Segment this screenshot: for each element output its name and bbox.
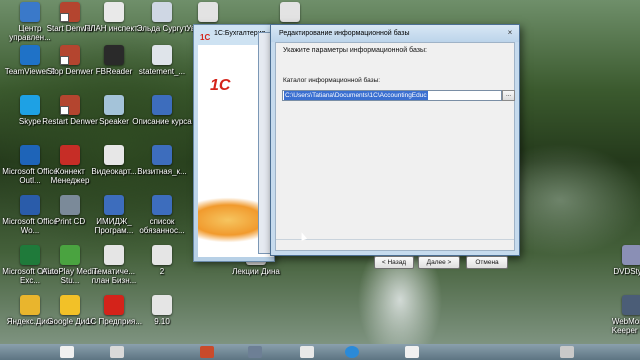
desktop-icon-label: Лекции Дина: [232, 267, 280, 276]
catalog-label: Каталог информационной базы:: [283, 77, 381, 84]
dialog-prompt: Укажите параметры информационной базы:: [283, 47, 427, 54]
app-icon: [20, 195, 40, 215]
taskbar-window-icon[interactable]: [110, 346, 124, 358]
desktop-icon[interactable]: список обязаннос...: [132, 195, 192, 235]
app-icon: [60, 95, 80, 115]
shortcut-arrow-icon: [60, 56, 69, 65]
app-icon: [152, 295, 172, 315]
shortcut-arrow-icon: [60, 106, 69, 115]
app-icon: [152, 145, 172, 165]
app-icon: [280, 2, 300, 22]
catalog-path-input[interactable]: C:\Users\Tatiana\Documents\1C\Accounting…: [282, 90, 502, 101]
desktop-icon[interactable]: WebMoney Keeper C...: [602, 295, 640, 335]
app-icon: [622, 295, 640, 315]
app-icon: [60, 2, 80, 22]
next-button[interactable]: Далее >: [418, 256, 460, 269]
desktop-icon[interactable]: Визитная_к...: [132, 145, 192, 176]
app-icon: [198, 2, 218, 22]
desktop-icon-label: список обязаннос...: [139, 217, 185, 235]
shortcut-arrow-icon: [60, 13, 69, 22]
desktop-icon[interactable]: DVDStyler: [602, 245, 640, 276]
app-icon: [152, 245, 172, 265]
app-icon: [104, 2, 124, 22]
desktop-icon-label: DVDStyler: [613, 267, 640, 276]
desktop-icon-label: Описание курса: [132, 117, 192, 126]
app-icon: [60, 145, 80, 165]
desktop-icon[interactable]: 2: [132, 245, 192, 276]
app-icon: [152, 95, 172, 115]
app-icon: [60, 195, 80, 215]
app-icon: [104, 245, 124, 265]
dialog-content: Укажите параметры информационной базы: К…: [275, 42, 515, 269]
desktop-icon-label: WebMoney Keeper C...: [611, 317, 640, 335]
back-button[interactable]: < Назад: [374, 256, 414, 269]
app-icon: [20, 95, 40, 115]
desktop-icon-label: statement_...: [138, 67, 186, 76]
app-icon: [20, 245, 40, 265]
app-icon: [104, 295, 124, 315]
divider: [276, 239, 514, 240]
taskbar-notepad-icon[interactable]: [405, 346, 419, 358]
app-icon: [104, 145, 124, 165]
close-button[interactable]: ×: [505, 28, 515, 38]
browse-button[interactable]: ...: [502, 90, 515, 101]
app-icon: [104, 45, 124, 65]
dialog-titlebar[interactable]: Редактирование информационной базы ×: [271, 25, 519, 42]
desktop-icon-label: 9.10: [154, 317, 170, 326]
taskbar-globe-icon[interactable]: [345, 346, 359, 358]
taskbar-app-icon[interactable]: [200, 346, 214, 358]
cancel-button[interactable]: Отмена: [466, 256, 508, 269]
app-icon: [20, 295, 40, 315]
taskbar-tray-icon[interactable]: [560, 346, 574, 358]
app-icon: [20, 2, 40, 22]
app-icon: [20, 45, 40, 65]
taskbar-document-icon[interactable]: [60, 346, 74, 358]
desktop-icon[interactable]: statement_...: [132, 45, 192, 76]
app-icon: [60, 295, 80, 315]
taskbar-drive-icon[interactable]: [248, 346, 262, 358]
app-icon: [20, 145, 40, 165]
taskbar-file-icon[interactable]: [300, 346, 314, 358]
edit-infobase-dialog: Редактирование информационной базы × Ука…: [270, 24, 520, 269]
app-icon: [104, 95, 124, 115]
desktop-icon-label: 2: [159, 267, 165, 276]
1c-brand-logo: 1С: [210, 77, 231, 94]
app-icon: [152, 195, 172, 215]
app-icon: [622, 245, 640, 265]
dialog-title: Редактирование информационной базы: [279, 30, 410, 37]
app-icon: [104, 195, 124, 215]
desktop-icon[interactable]: Описание курса: [132, 95, 192, 126]
app-icon: [152, 2, 172, 22]
app-icon: [60, 45, 80, 65]
app-icon: [60, 245, 80, 265]
taskbar: [0, 344, 640, 360]
desktop-icon-label: Визитная_к...: [137, 167, 187, 176]
desktop-icon[interactable]: 9.10: [132, 295, 192, 326]
app-icon: [152, 45, 172, 65]
catalog-path-value: C:\Users\Tatiana\Documents\1C\Accounting…: [284, 91, 428, 100]
